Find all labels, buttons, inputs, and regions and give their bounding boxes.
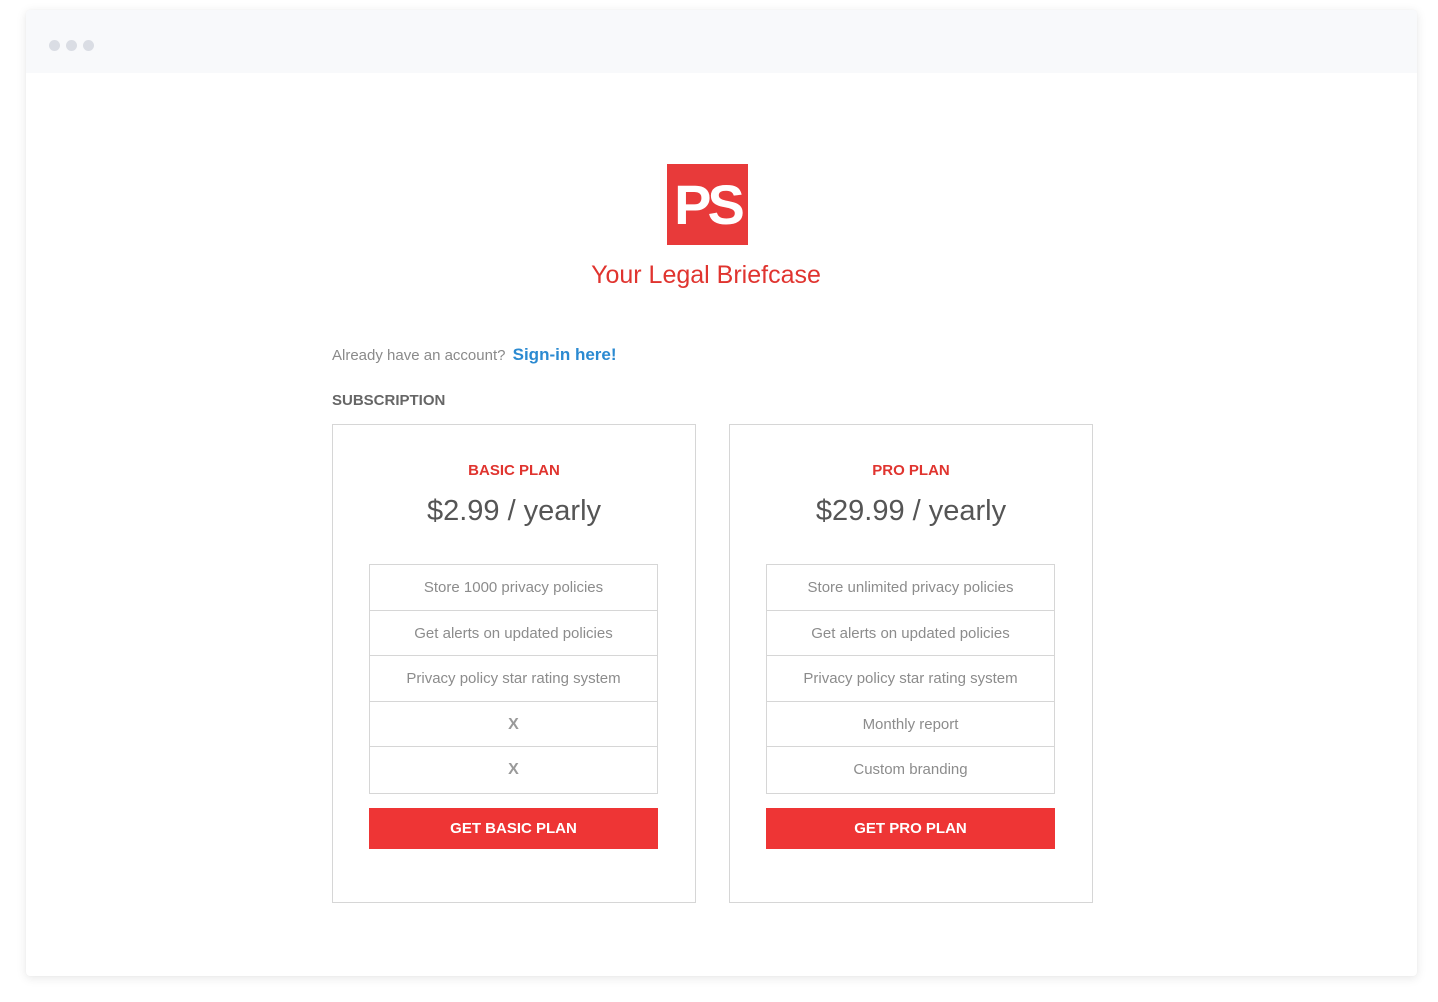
feature-item: Get alerts on updated policies [767, 611, 1054, 657]
plan-name: PRO PLAN [872, 462, 950, 479]
subscription-heading: SUBSCRIPTION [332, 392, 446, 409]
signin-prompt-text: Already have an account? [332, 347, 506, 364]
feature-unavailable-mark: X [508, 761, 519, 779]
feature-item: Privacy policy star rating system [370, 656, 657, 702]
signin-prompt: Already have an account? Sign-in here! [332, 345, 617, 365]
plan-card-basic: BASIC PLAN $2.99 / yearly Store 1000 pri… [332, 424, 696, 903]
get-pro-plan-button[interactable]: GET PRO PLAN [766, 808, 1055, 849]
feature-list: Store unlimited privacy policies Get ale… [766, 564, 1055, 794]
feature-item: Store unlimited privacy policies [767, 565, 1054, 611]
feature-unavailable-mark: X [370, 702, 657, 748]
signin-link[interactable]: Sign-in here! [513, 345, 617, 364]
browser-window: PS Your Legal Briefcase Already have an … [26, 10, 1417, 976]
get-basic-plan-button[interactable]: GET BASIC PLAN [369, 808, 658, 849]
window-titlebar [26, 10, 1417, 73]
feature-item: Privacy policy star rating system [767, 656, 1054, 702]
plan-card-pro: PRO PLAN $29.99 / yearly Store unlimited… [729, 424, 1093, 903]
feature-item: Store 1000 privacy policies [370, 565, 657, 611]
feature-list: Store 1000 privacy policies Get alerts o… [369, 564, 658, 794]
window-dot-icon [49, 40, 60, 51]
feature-item: Get alerts on updated policies [370, 611, 657, 657]
plan-price: $29.99 / yearly [815, 495, 1007, 527]
window-dot-icon [66, 40, 77, 51]
plan-name: BASIC PLAN [468, 462, 560, 479]
brand-tagline: Your Legal Briefcase [591, 261, 821, 289]
feature-item: Monthly report [767, 702, 1054, 748]
window-dot-icon [83, 40, 94, 51]
brand-logo: PS [667, 164, 748, 245]
feature-item: Custom branding [853, 761, 968, 779]
plan-price: $2.99 / yearly [426, 495, 602, 527]
